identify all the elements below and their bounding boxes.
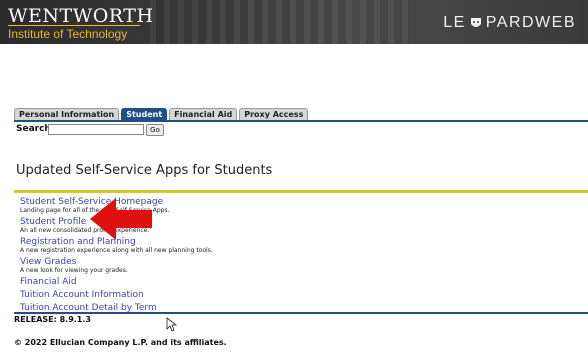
- brand-text-left: LE: [443, 14, 466, 31]
- link-description: A new registration experience along with…: [20, 247, 213, 254]
- logo-subtitle: Institute of Technology: [8, 27, 128, 41]
- leopard-paw-icon: [469, 16, 483, 30]
- campus-building-image: [150, 0, 410, 44]
- tab-proxy-access[interactable]: Proxy Access: [239, 108, 309, 120]
- link-financial-aid[interactable]: Financial Aid: [20, 277, 580, 287]
- search-label: Search: [16, 124, 51, 134]
- list-item: Tuition Account Information: [20, 290, 580, 300]
- header-banner: WENTWORTH Institute of Technology LE PAR…: [0, 0, 588, 44]
- tab-divider: [14, 120, 588, 122]
- go-button[interactable]: Go: [146, 124, 164, 136]
- link-tuition-account-information[interactable]: Tuition Account Information: [20, 290, 580, 300]
- release-version: RELEASE: 8.9.1.3: [14, 315, 91, 324]
- link-description: A new look for viewing your grades.: [20, 267, 128, 274]
- copyright-notice: © 2022 Ellucian Company L.P. and its aff…: [14, 338, 227, 347]
- list-item: View Grades A new look for viewing your …: [20, 257, 580, 275]
- tab-bar: Personal Information Student Financial A…: [14, 108, 310, 120]
- logo-wordmark: WENTWORTH: [8, 5, 154, 27]
- page-title: Updated Self-Service Apps for Students: [16, 163, 273, 178]
- brand-text-right: PARDWEB: [485, 14, 576, 31]
- footer-divider: [14, 312, 588, 314]
- section-divider: [14, 190, 588, 193]
- list-item: Financial Aid: [20, 277, 580, 287]
- tab-student[interactable]: Student: [121, 108, 168, 120]
- tab-personal-information[interactable]: Personal Information: [14, 108, 120, 120]
- link-view-grades[interactable]: View Grades: [20, 257, 580, 267]
- logo-divider: [8, 25, 140, 26]
- tab-financial-aid[interactable]: Financial Aid: [169, 108, 238, 120]
- mouse-cursor-icon: [166, 317, 177, 332]
- red-arrow-icon: [90, 198, 152, 240]
- leopardweb-logo: LE PARDWEB: [443, 14, 576, 32]
- search-input[interactable]: [48, 124, 144, 135]
